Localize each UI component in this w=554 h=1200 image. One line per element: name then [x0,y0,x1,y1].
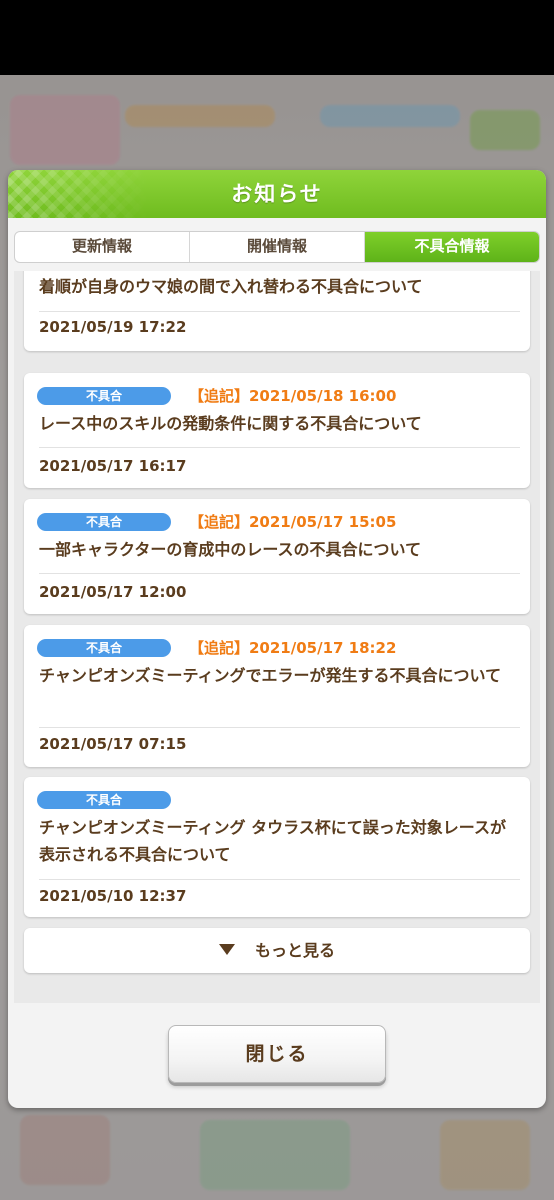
addendum-note: 【追記】2021/05/18 16:00 [189,387,397,405]
notice-title: 着順が自身のウマ娘の間で入れ替わる不具合について [39,277,423,296]
notice-title: 一部キャラクターの育成中のレースの不具合について [39,540,422,559]
notice-dialog: お知らせ 更新情報 開催情報 不具合情報 着順が自身のウマ娘の間で入れ替わる不具… [8,170,546,1108]
tab-event-info[interactable]: 開催情報 [190,232,365,262]
bug-badge: 不具合 [37,791,171,809]
card-divider [39,573,520,574]
status-bar [0,0,554,75]
notice-date: 2021/05/17 07:15 [39,735,187,753]
notice-date: 2021/05/10 12:37 [39,887,187,905]
notice-card[interactable]: 不具合 チャンピオンズミーティング タウラス杯にて誤った対象レースが表示される不… [24,777,530,917]
tab-update-info[interactable]: 更新情報 [15,232,190,262]
card-divider [39,727,520,728]
dialog-header: お知らせ [8,170,546,218]
notice-card[interactable]: 不具合 【追記】2021/05/17 18:22 チャンピオンズミーティングでエ… [24,625,530,767]
notice-date: 2021/05/19 17:22 [39,318,187,336]
notice-card[interactable]: 不具合 【追記】2021/05/17 15:05 一部キャラクターの育成中のレー… [24,499,530,614]
notice-list[interactable]: 着順が自身のウマ娘の間で入れ替わる不具合について 2021/05/19 17:2… [14,271,540,1003]
card-divider [39,311,520,312]
bug-badge: 不具合 [37,387,171,405]
show-more-label: もっと見る [254,941,335,960]
triangle-down-icon [218,944,235,955]
notice-card[interactable]: 着順が自身のウマ娘の間で入れ替わる不具合について 2021/05/19 17:2… [24,271,530,351]
notice-title: レース中のスキルの発動条件に関する不具合について [39,414,422,433]
tab-bar: 更新情報 開催情報 不具合情報 [14,231,540,263]
card-divider [39,879,520,880]
bug-badge: 不具合 [37,513,171,531]
card-divider [39,447,520,448]
notice-title: チャンピオンズミーティングでエラーが発生する不具合について [39,666,502,685]
addendum-note: 【追記】2021/05/17 18:22 [189,639,397,657]
bug-badge: 不具合 [37,639,171,657]
notice-title: チャンピオンズミーティング タウラス杯にて誤った対象レースが表示される不具合につ… [39,818,507,864]
tab-bug-info[interactable]: 不具合情報 [365,232,539,262]
show-more-button[interactable]: もっと見る [24,928,530,973]
addendum-note: 【追記】2021/05/17 15:05 [189,513,397,531]
notice-date: 2021/05/17 16:17 [39,457,187,475]
notice-date: 2021/05/17 12:00 [39,583,187,601]
notice-card[interactable]: 不具合 【追記】2021/05/18 16:00 レース中のスキルの発動条件に関… [24,373,530,488]
close-button[interactable]: 閉じる [168,1025,386,1083]
dialog-title: お知らせ [231,182,323,206]
